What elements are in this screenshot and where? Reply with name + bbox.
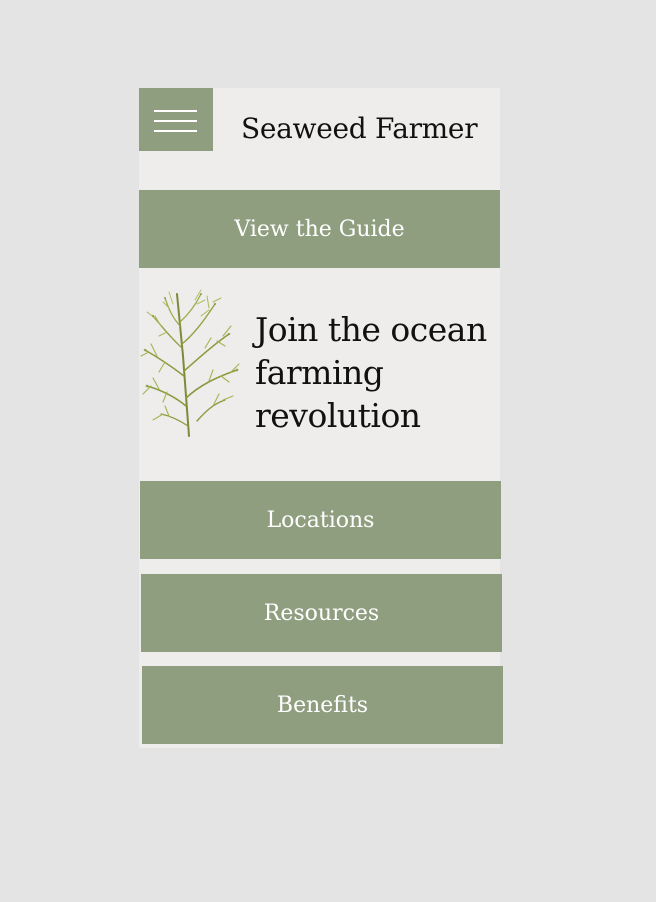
- menu-line: [154, 120, 197, 122]
- seaweed-illustration: [140, 289, 240, 437]
- hero-section: Join the ocean farming revolution: [139, 268, 500, 481]
- menu-button[interactable]: [139, 88, 213, 151]
- resources-button[interactable]: Resources: [141, 574, 502, 652]
- view-guide-button[interactable]: View the Guide: [139, 190, 500, 268]
- locations-button[interactable]: Locations: [140, 481, 501, 559]
- menu-line: [154, 110, 197, 112]
- menu-line: [154, 130, 197, 132]
- hero-headline: Join the ocean farming revolution: [255, 310, 487, 435]
- benefits-button[interactable]: Benefits: [142, 666, 503, 744]
- app-title: Seaweed Farmer: [241, 112, 478, 145]
